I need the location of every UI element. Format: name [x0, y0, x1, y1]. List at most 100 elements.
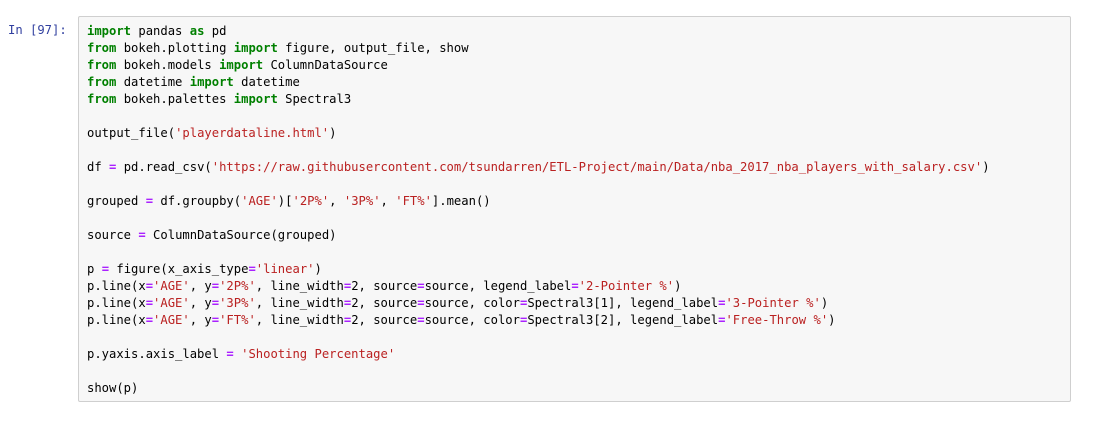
code-block[interactable]: import pandas as pd from bokeh.plotting i…	[87, 23, 990, 397]
code-token: ,	[329, 194, 344, 208]
code-token: , source	[358, 279, 418, 293]
code-token: p.line(x	[87, 279, 146, 293]
code-token: Spectral3	[277, 92, 352, 106]
code-token: )	[828, 313, 836, 327]
code-token: 'FT%'	[395, 194, 432, 208]
code-token: , source	[358, 296, 418, 310]
code-token: 'AGE'	[153, 279, 190, 293]
code-line: output_file('playerdataline.html')	[87, 125, 990, 142]
code-token: from	[87, 75, 117, 89]
code-token: 'AGE'	[153, 313, 190, 327]
code-line: p.yaxis.axis_label = 'Shooting Percentag…	[87, 346, 990, 363]
code-token: show(p)	[87, 381, 139, 395]
code-token: 'linear'	[255, 262, 315, 276]
code-token: source, legend_label	[424, 279, 572, 293]
code-token: Spectral3[1], legend_label	[527, 296, 719, 310]
code-token: p.line(x	[87, 313, 146, 327]
code-token: figure(x_axis_type	[109, 262, 249, 276]
code-token: =	[571, 279, 579, 293]
code-token: '2P%'	[292, 194, 330, 208]
code-token: =	[145, 296, 154, 310]
code-line: from datetime import datetime	[87, 74, 990, 91]
code-token: '3P%'	[343, 194, 381, 208]
code-token: =	[145, 194, 154, 208]
code-token: =	[145, 313, 154, 327]
code-token: figure, output_file, show	[277, 41, 469, 55]
code-line: from bokeh.plotting import figure, outpu…	[87, 40, 990, 57]
code-token: from	[87, 92, 117, 106]
code-token: source, color	[424, 313, 520, 327]
code-token: '3P%'	[219, 296, 256, 310]
code-token: p.line(x	[87, 296, 146, 310]
code-token: '3-Pointer %'	[725, 296, 821, 310]
code-token: ColumnDataSource(grouped)	[145, 228, 337, 242]
code-token: pd	[204, 24, 227, 38]
notebook-code-cell[interactable]: In [97]: import pandas as pd from bokeh.p…	[0, 0, 1113, 421]
code-token: ColumnDataSource	[263, 58, 388, 72]
code-token: source, color	[424, 296, 520, 310]
code-line: import pandas as pd	[87, 23, 990, 40]
code-line: show(p)	[87, 380, 990, 397]
code-token: import	[219, 58, 264, 72]
code-token: =	[138, 228, 146, 242]
code-token: 'AGE'	[153, 296, 190, 310]
code-token: 2	[351, 279, 359, 293]
code-line: df = pd.read_csv('https://raw.githubuser…	[87, 159, 990, 176]
code-token: )	[820, 296, 829, 310]
code-token: 'playerdataline.html'	[175, 126, 330, 140]
code-line: grouped = df.groupby('AGE')['2P%', '3P%'…	[87, 193, 990, 210]
code-token: bokeh.plotting	[116, 41, 234, 55]
code-token: =	[145, 279, 154, 293]
code-token: datetime	[233, 75, 300, 89]
code-token: =	[211, 279, 220, 293]
code-token: 2	[351, 313, 359, 327]
code-line: from bokeh.palettes import Spectral3	[87, 91, 990, 108]
code-token: bokeh.models	[116, 58, 220, 72]
code-token: '2-Pointer %'	[578, 279, 675, 293]
code-token: import	[233, 92, 278, 106]
code-line: p = figure(x_axis_type='linear')	[87, 261, 990, 278]
code-token: , line_width	[255, 279, 344, 293]
code-token: =	[417, 296, 425, 310]
code-token: grouped	[87, 194, 146, 208]
code-token: import	[233, 41, 278, 55]
code-token: )	[314, 262, 322, 276]
code-token: datetime	[116, 75, 190, 89]
code-token: bokeh.palettes	[116, 92, 234, 106]
code-token: df.groupby(	[153, 194, 242, 208]
code-token: p	[87, 262, 102, 276]
code-token: , line_width	[255, 296, 344, 310]
code-token: 'Shooting Percentage'	[241, 347, 396, 361]
code-token: from	[87, 41, 117, 55]
code-token: =	[101, 262, 110, 276]
code-token: as	[189, 24, 205, 38]
code-line: source = ColumnDataSource(grouped)	[87, 227, 990, 244]
code-token: =	[211, 296, 220, 310]
code-token: output_file(	[87, 126, 176, 140]
code-token: )	[982, 160, 990, 174]
code-token: =	[211, 313, 220, 327]
code-token: =	[226, 347, 234, 361]
code-token: 'Free-Throw %'	[725, 313, 829, 327]
code-token: )[	[277, 194, 293, 208]
code-token: import	[87, 24, 132, 38]
input-prompt: In [97]:	[8, 23, 67, 37]
code-token: import	[189, 75, 234, 89]
code-token: , source	[358, 313, 418, 327]
code-token: , y	[189, 313, 212, 327]
code-token: )	[674, 279, 682, 293]
code-token: df	[87, 160, 110, 174]
code-token: 'FT%'	[219, 313, 256, 327]
code-line: p.line(x='AGE', y='2P%', line_width=2, s…	[87, 278, 990, 295]
code-editor[interactable]: import pandas as pd from bokeh.plotting i…	[78, 16, 1071, 402]
code-line: p.line(x='AGE', y='3P%', line_width=2, s…	[87, 295, 990, 312]
code-token: =	[248, 262, 256, 276]
code-token: =	[417, 279, 425, 293]
